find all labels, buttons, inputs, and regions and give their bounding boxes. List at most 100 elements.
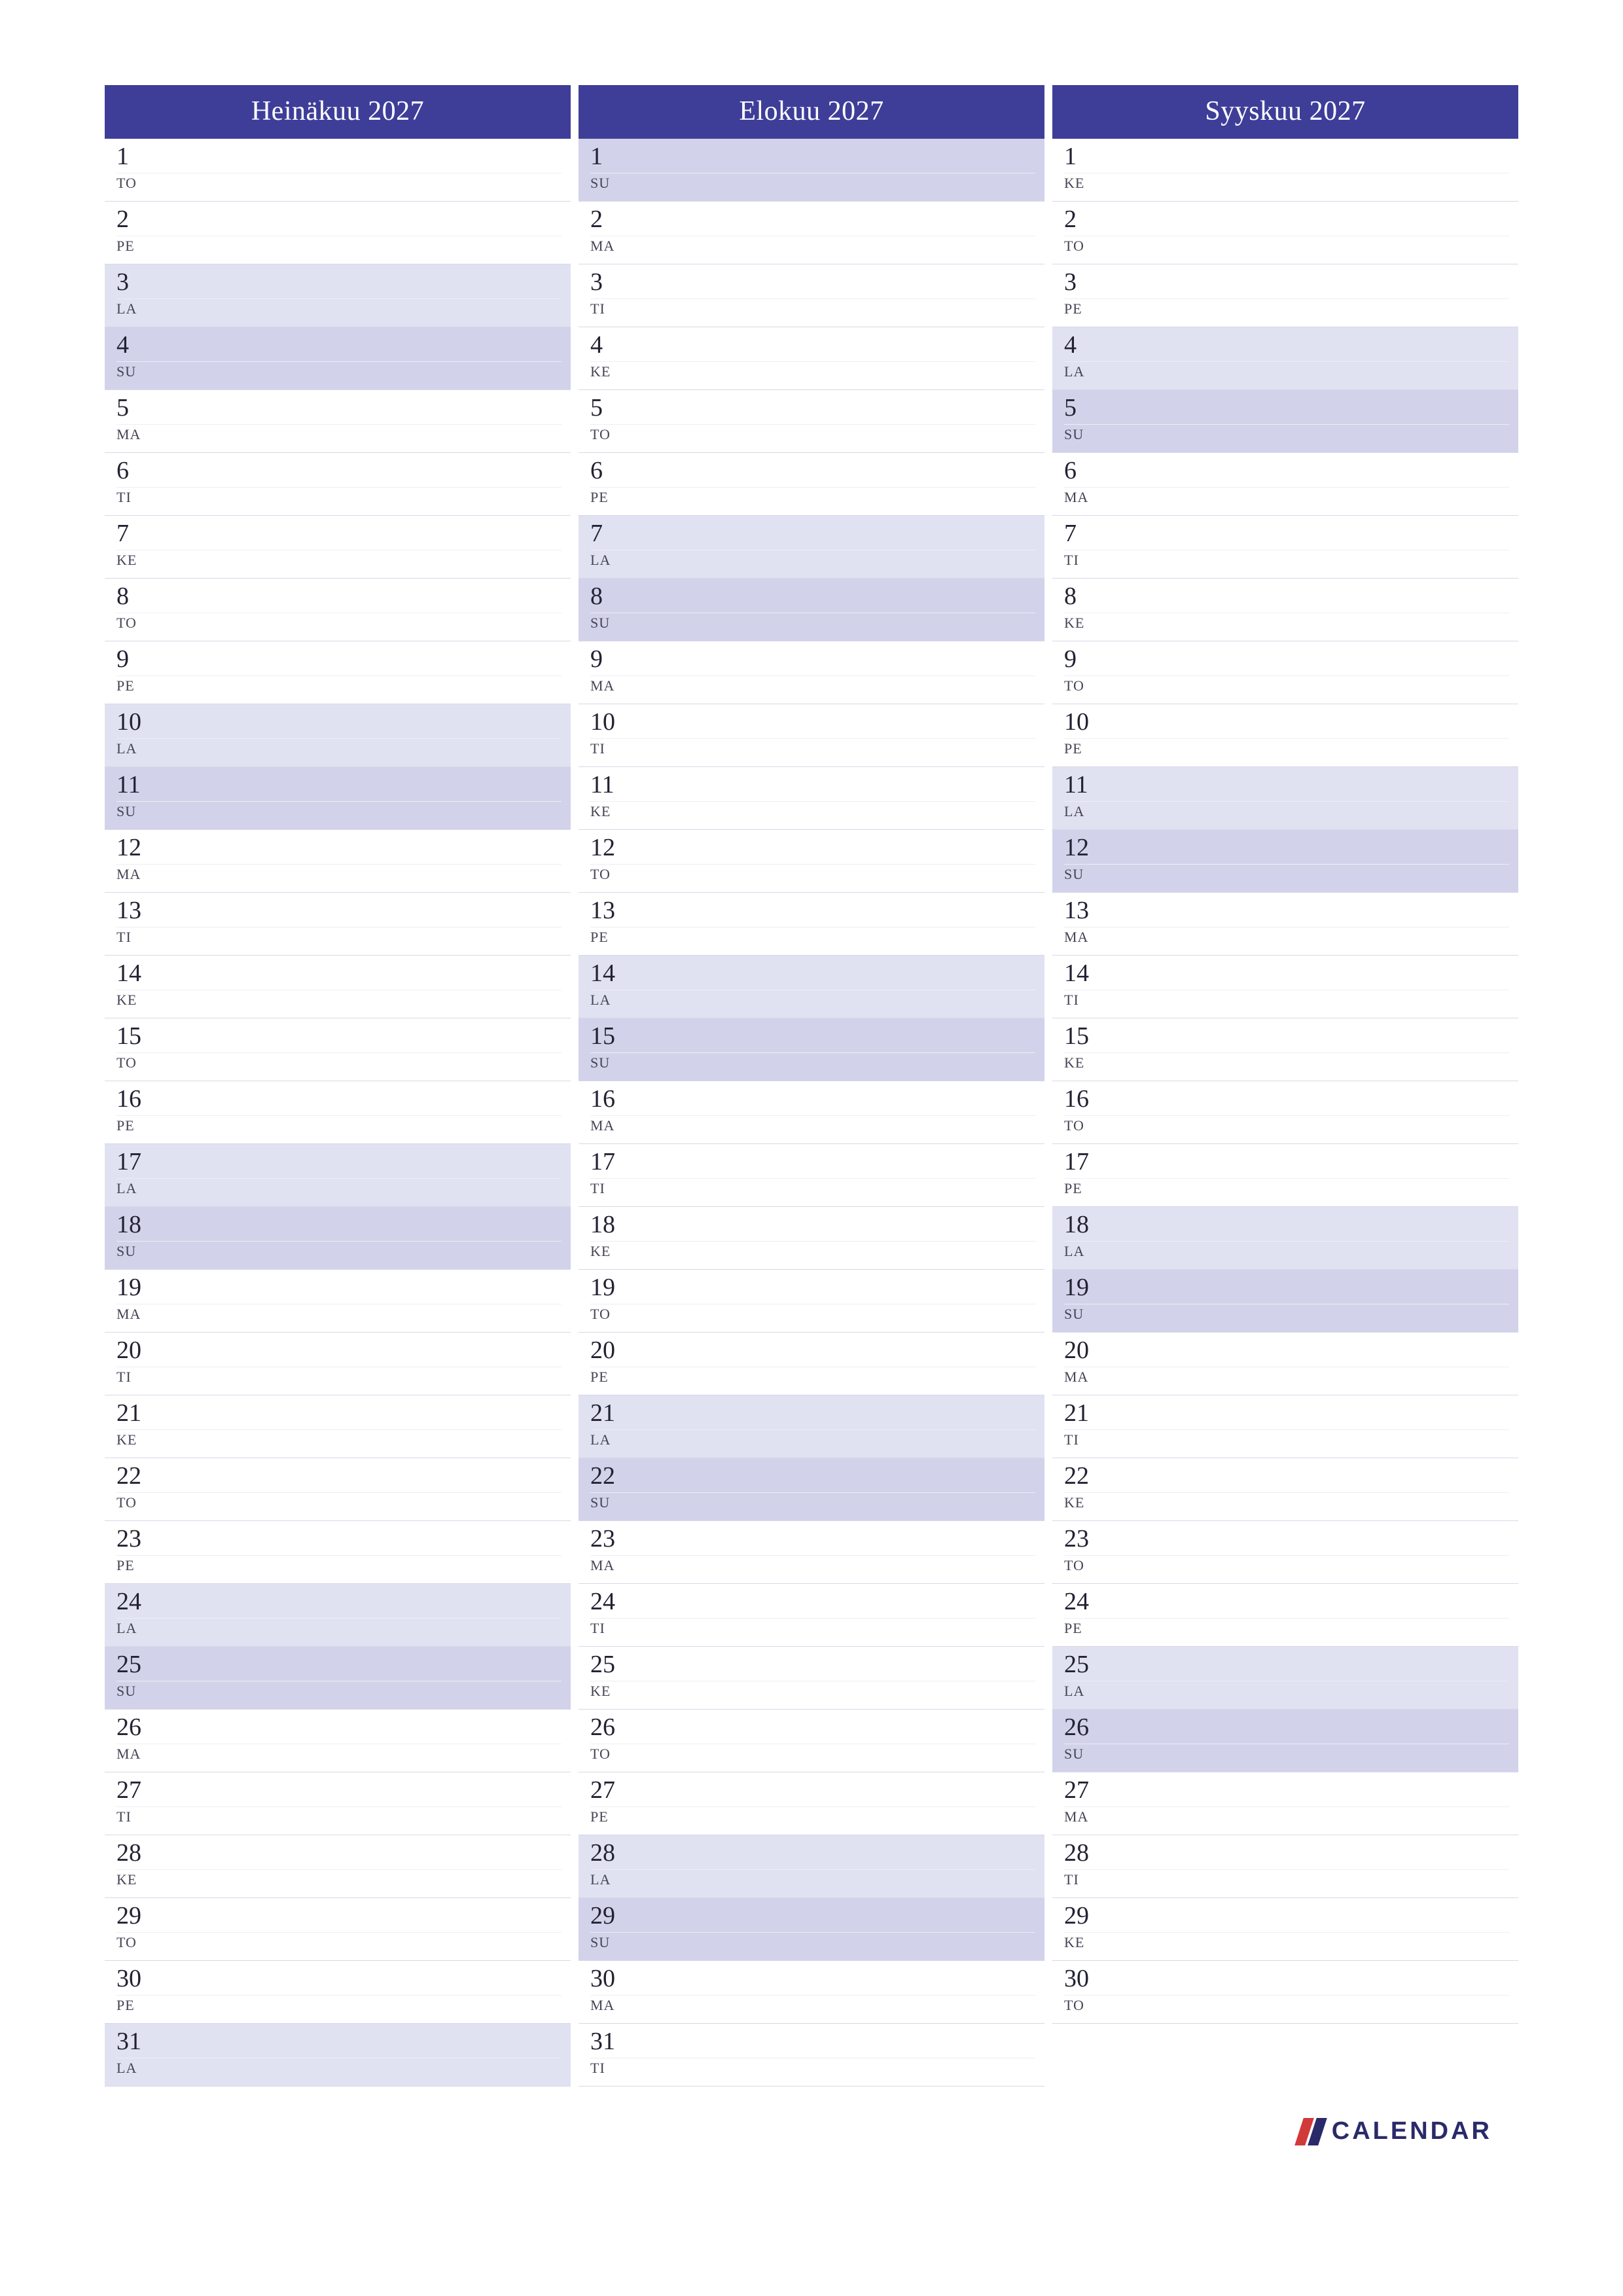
day-abbr: TO [116,1494,562,1511]
day-number: 11 [590,772,1035,798]
day-abbr: TO [1064,1997,1509,2014]
brand-logo: CALENDAR [1299,2117,1492,2145]
day-number: 10 [590,709,1035,736]
day-cell: 19TO [579,1270,1044,1333]
day-number: 21 [1064,1401,1509,1427]
day-abbr: TI [590,2060,1035,2077]
day-cell: 2TO [1052,202,1518,264]
day-cell: 10PE [1052,704,1518,767]
day-cell: 7LA [579,516,1044,579]
day-abbr: LA [590,992,1035,1009]
day-cell: 11 KE [579,767,1044,830]
day-abbr: PE [590,929,1035,946]
day-cell: 16MA [579,1081,1044,1144]
day-abbr: TI [116,1808,562,1825]
month-header: Elokuu 2027 [579,85,1044,139]
day-cell: 31 TI [579,2024,1044,2087]
day-number: 24 [116,1589,562,1615]
day-abbr: KE [590,803,1035,820]
day-cell: 22 SU [579,1458,1044,1521]
day-cell: 23MA [579,1521,1044,1584]
day-cell: 8TO [105,579,571,641]
day-number: 21 [590,1401,1035,1427]
day-number: 27 [1064,1778,1509,1804]
day-abbr: TO [1064,238,1509,255]
day-number: 25 [1064,1652,1509,1678]
day-cell: 18SU [105,1207,571,1270]
day-abbr: KE [116,992,562,1009]
day-number: 9 [1064,647,1509,673]
day-abbr: LA [116,2060,562,2077]
day-cell: 18KE [579,1207,1044,1270]
day-number: 17 [116,1149,562,1175]
day-number: 18 [590,1212,1035,1238]
day-cell: 23PE [105,1521,571,1584]
day-number: 18 [1064,1212,1509,1238]
day-number: 13 [116,898,562,924]
month-header: Syyskuu 2027 [1052,85,1518,139]
day-number: 7 [116,521,562,547]
day-abbr: MA [590,1117,1035,1134]
day-abbr: SU [116,1683,562,1700]
day-cell: 26MA [105,1710,571,1772]
day-abbr: SU [590,175,1035,192]
day-number: 15 [116,1024,562,1050]
day-number: 3 [590,270,1035,296]
day-abbr: TI [1064,552,1509,569]
day-abbr: SU [1064,1746,1509,1763]
day-number: 20 [590,1338,1035,1364]
day-abbr: SU [590,1934,1035,1951]
day-number: 14 [1064,961,1509,987]
day-cell: 6PE [579,453,1044,516]
day-cell: 21KE [105,1395,571,1458]
day-abbr: LA [116,740,562,757]
day-number: 15 [590,1024,1035,1050]
day-abbr: TO [590,866,1035,883]
day-abbr: LA [1064,1683,1509,1700]
day-cell: 12MA [105,830,571,893]
day-number: 31 [590,2029,1035,2055]
day-cell: 24TI [579,1584,1044,1647]
day-abbr: PE [1064,1180,1509,1197]
day-number: 23 [590,1526,1035,1552]
day-number: 13 [1064,898,1509,924]
logo-stripes-icon [1294,2118,1330,2145]
day-abbr: SU [590,1494,1035,1511]
day-number: 8 [116,584,562,610]
day-cell: 1TO [105,139,571,202]
day-abbr: PE [590,1369,1035,1386]
day-number: 12 [590,835,1035,861]
day-abbr: TI [1064,1871,1509,1888]
day-number: 9 [116,647,562,673]
day-cell: 4SU [105,327,571,390]
day-abbr: PE [1064,1620,1509,1637]
day-number: 13 [590,898,1035,924]
day-abbr: TO [1064,1557,1509,1574]
day-abbr: MA [116,866,562,883]
day-abbr: LA [1064,363,1509,380]
day-cell: 6MA [1052,453,1518,516]
day-abbr: KE [1064,175,1509,192]
day-abbr: MA [116,426,562,443]
day-cell: 7TI [1052,516,1518,579]
day-number: 15 [1064,1024,1509,1050]
day-cell: 5TO [579,390,1044,453]
day-cell: 10TI [579,704,1044,767]
day-number: 19 [116,1275,562,1301]
day-abbr: SU [1064,866,1509,883]
day-abbr: TO [1064,1117,1509,1134]
day-number: 16 [116,1086,562,1113]
day-number: 22 [590,1463,1035,1490]
day-number: 26 [116,1715,562,1741]
day-cell: 29TO [105,1898,571,1961]
day-number: 20 [1064,1338,1509,1364]
day-number: 3 [1064,270,1509,296]
day-abbr: KE [1064,1494,1509,1511]
day-cell: 13 PE [579,893,1044,956]
day-number: 28 [590,1840,1035,1867]
day-cell: 22TO [105,1458,571,1521]
day-number: 8 [1064,584,1509,610]
day-number: 11 [116,772,562,798]
day-abbr: MA [1064,929,1509,946]
day-number: 2 [116,207,562,233]
